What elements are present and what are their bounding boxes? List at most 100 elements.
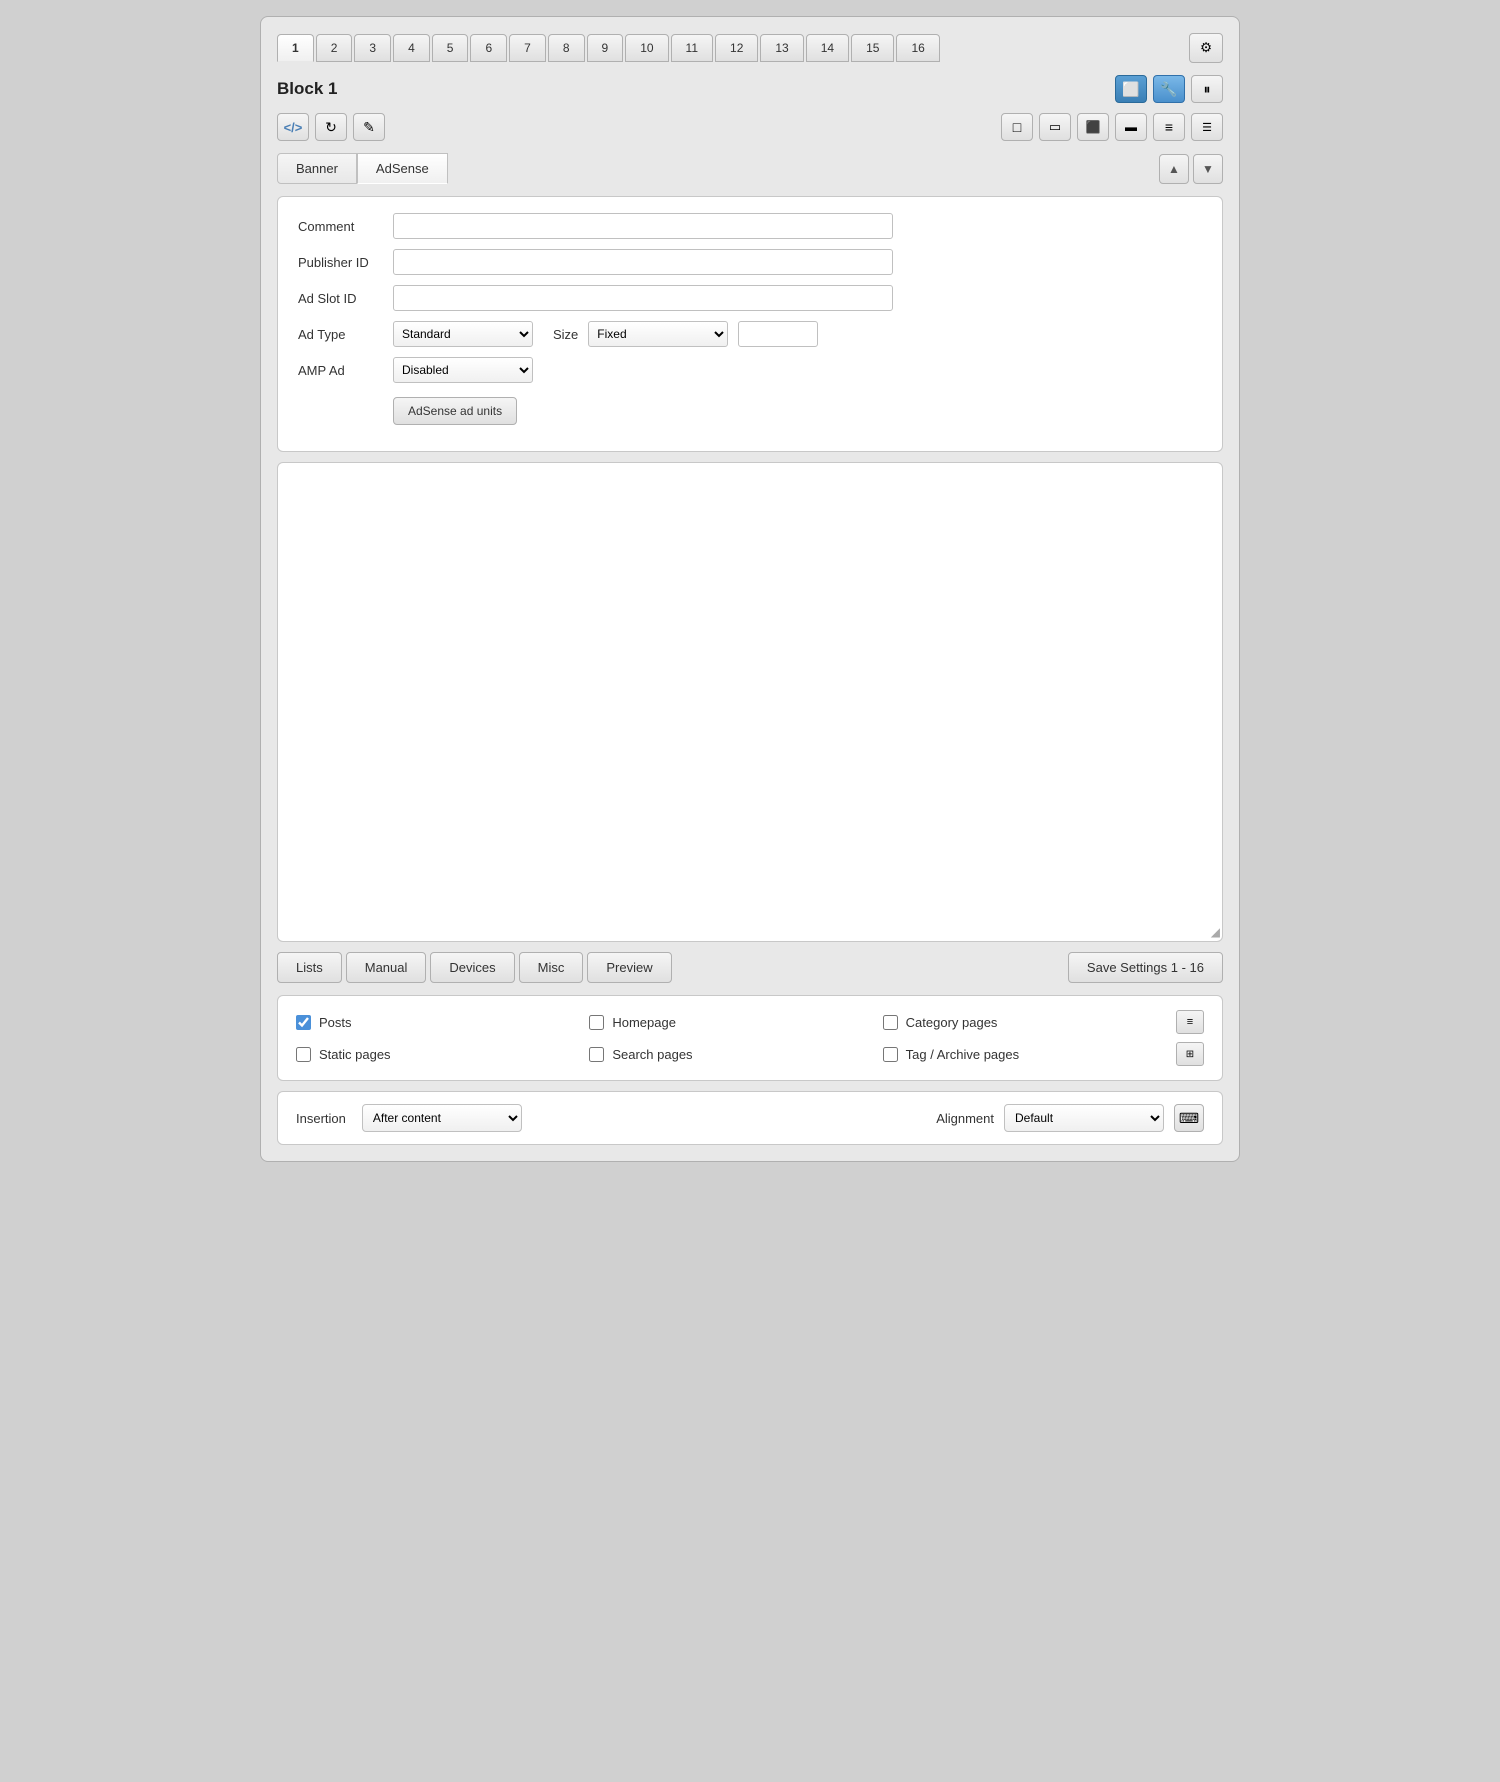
toolbar-row: </> ↻ ✎ □ ▭ ⬛ ▬ ≡ [277, 113, 1223, 141]
form-panel: Comment Publisher ID Ad Slot ID Ad Type … [277, 196, 1223, 452]
posts-label: Posts [319, 1015, 352, 1030]
publisher-id-row: Publisher ID [298, 249, 1202, 275]
grid-icon-bottom: ⊞ [1186, 1049, 1194, 1060]
tab-9[interactable]: 9 [587, 34, 624, 62]
preview-tab[interactable]: Preview [587, 952, 671, 983]
save-settings-button[interactable]: Save Settings 1 - 16 [1068, 952, 1223, 983]
layout-mid-bar-button[interactable]: ▬ [1115, 113, 1147, 141]
tab-adsense[interactable]: AdSense [357, 153, 448, 184]
comment-row: Comment [298, 213, 1202, 239]
layout-half-icon: ▭ [1049, 119, 1061, 135]
tag-archive-checkbox-item: Tag / Archive pages [883, 1047, 1176, 1062]
layout-full-button[interactable]: □ [1001, 113, 1033, 141]
layout-top-bar-button[interactable]: ⬛ [1077, 113, 1109, 141]
amp-ad-select[interactable]: Disabled Enabled [393, 357, 533, 383]
main-container: 1 2 3 4 5 6 7 8 9 10 11 12 13 14 15 16 ⚙… [260, 16, 1240, 1162]
sub-tabs: Banner AdSense ▲ ▼ [277, 153, 1223, 184]
homepage-checkbox[interactable] [589, 1015, 604, 1030]
adsense-btn-row: AdSense ad units [298, 393, 1202, 425]
size-custom-input[interactable] [738, 321, 818, 347]
tab-14[interactable]: 14 [806, 34, 849, 62]
tab-12[interactable]: 12 [715, 34, 758, 62]
alignment-group: Alignment Default Left Center Right ⌨ [936, 1104, 1204, 1132]
bottom-tabs: Lists Manual Devices Misc Preview Save S… [277, 952, 1223, 983]
pause-button[interactable]: ⏸ [1191, 75, 1223, 103]
size-label: Size [553, 327, 578, 342]
tab-4[interactable]: 4 [393, 34, 430, 62]
toolbar-right: □ ▭ ⬛ ▬ ≡ ☰ [1001, 113, 1223, 141]
refresh-icon: ↻ [325, 119, 337, 136]
keyboard-icon: ⌨ [1179, 1110, 1199, 1127]
search-pages-label: Search pages [612, 1047, 692, 1062]
amp-ad-label: AMP Ad [298, 363, 393, 378]
layout-lines-right-button[interactable]: ≡ [1153, 113, 1185, 141]
tab-7[interactable]: 7 [509, 34, 546, 62]
alignment-select[interactable]: Default Left Center Right [1004, 1104, 1164, 1132]
search-pages-checkbox[interactable] [589, 1047, 604, 1062]
tab-16[interactable]: 16 [896, 34, 939, 62]
publisher-id-input[interactable] [393, 249, 893, 275]
layout-mid-bar-icon: ▬ [1125, 120, 1137, 134]
misc-tab[interactable]: Misc [519, 952, 584, 983]
ad-type-row: Ad Type Standard Auto Custom Size Fixed … [298, 321, 1202, 347]
alignment-label: Alignment [936, 1111, 994, 1126]
resize-handle[interactable]: ◢ [1206, 925, 1220, 939]
wrench-button[interactable]: 🔧 [1153, 75, 1185, 103]
ad-slot-id-row: Ad Slot ID [298, 285, 1202, 311]
publisher-id-label: Publisher ID [298, 255, 393, 270]
tablet-view-button[interactable]: ⬜ [1115, 75, 1147, 103]
header-icons: ⬜ 🔧 ⏸ [1115, 75, 1223, 103]
homepage-label: Homepage [612, 1015, 676, 1030]
block-title: Block 1 [277, 79, 337, 99]
static-pages-checkbox[interactable] [296, 1047, 311, 1062]
tablet-icon: ⬜ [1122, 81, 1139, 98]
grid-icon-btns-bottom: ⊞ [1176, 1042, 1204, 1066]
list-icon-button-top[interactable]: ≡ [1176, 1010, 1204, 1034]
tab-1[interactable]: 1 [277, 34, 314, 62]
insertion-select[interactable]: After content Before content Before para… [362, 1104, 522, 1132]
category-pages-checkbox-item: Category pages [883, 1015, 1176, 1030]
size-select[interactable]: Fixed Responsive Auto [588, 321, 728, 347]
tab-10[interactable]: 10 [625, 34, 668, 62]
category-pages-label: Category pages [906, 1015, 998, 1030]
adsense-ad-units-button[interactable]: AdSense ad units [393, 397, 517, 425]
layout-half-button[interactable]: ▭ [1039, 113, 1071, 141]
code-button[interactable]: </> [277, 113, 309, 141]
posts-checkbox[interactable] [296, 1015, 311, 1030]
tab-5[interactable]: 5 [432, 34, 469, 62]
manual-tab[interactable]: Manual [346, 952, 427, 983]
category-pages-checkbox[interactable] [883, 1015, 898, 1030]
tag-archive-label: Tag / Archive pages [906, 1047, 1019, 1062]
tag-archive-checkbox[interactable] [883, 1047, 898, 1062]
ad-type-select[interactable]: Standard Auto Custom [393, 321, 533, 347]
keyboard-icon-button[interactable]: ⌨ [1174, 1104, 1204, 1132]
tab-6[interactable]: 6 [470, 34, 507, 62]
insertion-panel: Insertion After content Before content B… [277, 1091, 1223, 1145]
arrow-up-button[interactable]: ▲ [1159, 154, 1189, 184]
arrow-down-button[interactable]: ▼ [1193, 154, 1223, 184]
devices-tab[interactable]: Devices [430, 952, 514, 983]
tab-15[interactable]: 15 [851, 34, 894, 62]
ad-slot-id-label: Ad Slot ID [298, 291, 393, 306]
tab-8[interactable]: 8 [548, 34, 585, 62]
grid-icon-button-bottom[interactable]: ⊞ [1176, 1042, 1204, 1066]
edit-button[interactable]: ✎ [353, 113, 385, 141]
tab-2[interactable]: 2 [316, 34, 353, 62]
wrench-icon: 🔧 [1160, 81, 1177, 98]
amp-ad-row: AMP Ad Disabled Enabled [298, 357, 1202, 383]
search-pages-checkbox-item: Search pages [589, 1047, 882, 1062]
tab-13[interactable]: 13 [760, 34, 803, 62]
lists-tab[interactable]: Lists [277, 952, 342, 983]
arrow-up-icon: ▲ [1168, 162, 1180, 176]
homepage-checkbox-item: Homepage [589, 1015, 882, 1030]
tab-3[interactable]: 3 [354, 34, 391, 62]
tab-banner[interactable]: Banner [277, 153, 357, 184]
layout-lines-all-button[interactable]: ☰ [1191, 113, 1223, 141]
pause-icon: ⏸ [1204, 81, 1211, 98]
comment-input[interactable] [393, 213, 893, 239]
ad-slot-id-input[interactable] [393, 285, 893, 311]
settings-gear-button[interactable]: ⚙ [1189, 33, 1223, 63]
layout-full-icon: □ [1013, 119, 1021, 135]
refresh-button[interactable]: ↻ [315, 113, 347, 141]
tab-11[interactable]: 11 [671, 34, 713, 62]
